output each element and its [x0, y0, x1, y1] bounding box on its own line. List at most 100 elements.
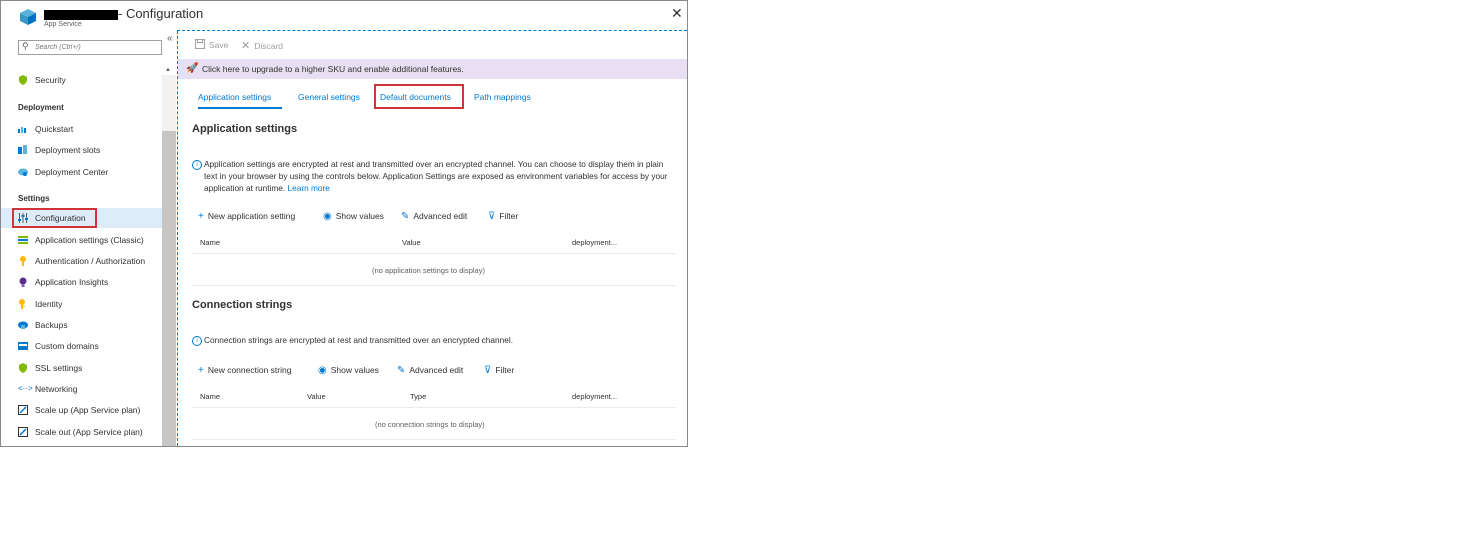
- scale-out-icon: [18, 427, 28, 437]
- sidebar-scrollbar-thumb[interactable]: [162, 131, 176, 446]
- plus-icon: +: [198, 365, 204, 376]
- sidebar-item-label: Security: [35, 75, 66, 85]
- blade-header: - Configuration App Service ✕: [1, 1, 687, 31]
- info-icon: i: [192, 336, 202, 346]
- sidebar-item-authentication[interactable]: Authentication / Authorization: [1, 251, 162, 271]
- filter-button[interactable]: ⊽ Filter: [488, 211, 518, 222]
- sidebar-item-scale-up[interactable]: Scale up (App Service plan): [1, 400, 162, 420]
- sidebar-item-label: Scale out (App Service plan): [35, 427, 143, 437]
- key-icon: [18, 256, 28, 266]
- page-subtitle: App Service: [44, 21, 82, 28]
- sidebar-item-security[interactable]: Security: [1, 70, 162, 90]
- scroll-up-arrow-icon[interactable]: ▲: [165, 67, 171, 73]
- sidebar-item-label: Authentication / Authorization: [35, 256, 146, 266]
- cmd-label: Advanced edit: [409, 365, 464, 375]
- plus-icon: +: [198, 211, 204, 222]
- cmd-label: Show values: [330, 365, 379, 375]
- slots-icon: [18, 145, 28, 155]
- column-header-deployment[interactable]: deployment...: [572, 238, 617, 247]
- sidebar-item-identity[interactable]: Identity: [1, 294, 162, 314]
- discard-label: Discard: [254, 41, 284, 51]
- table-divider: [192, 407, 676, 408]
- discard-button[interactable]: ✕ Discard: [241, 39, 283, 52]
- tab-general-settings[interactable]: General settings: [298, 92, 360, 102]
- main-content: Save ✕ Discard 🚀 Click here to upgrade to…: [178, 31, 687, 446]
- sidebar-item-scale-out[interactable]: Scale out (App Service plan): [1, 422, 162, 442]
- collapse-sidebar-icon[interactable]: «: [167, 33, 173, 44]
- empty-conn-strings-message: (no connection strings to display): [375, 420, 485, 429]
- cmd-label: New application setting: [207, 211, 296, 221]
- eye-icon: ◉: [318, 365, 327, 376]
- info-icon: i: [192, 160, 202, 170]
- sidebar-item-application-insights[interactable]: Application Insights: [1, 272, 162, 292]
- sidebar-item-label: SSL settings: [35, 363, 83, 373]
- network-icon: <··>: [18, 384, 33, 393]
- new-application-setting-button[interactable]: + New application setting: [198, 211, 295, 222]
- tab-application-settings[interactable]: Application settings: [198, 92, 271, 102]
- column-header-name[interactable]: Name: [200, 238, 220, 247]
- sidebar-group-deployment: Deployment: [18, 103, 64, 112]
- sidebar-item-label: Deployment slots: [35, 145, 101, 155]
- show-values-button[interactable]: ◉ Show values: [318, 365, 379, 376]
- filter-icon: ⊽: [484, 365, 492, 376]
- filter-button[interactable]: ⊽ Filter: [484, 365, 514, 376]
- sidebar-item-label: Scale up (App Service plan): [35, 405, 141, 415]
- lightbulb-icon: [18, 277, 28, 287]
- search-input[interactable]: [35, 41, 155, 54]
- cloud-deploy-icon: [18, 167, 28, 177]
- save-button[interactable]: Save: [195, 39, 228, 50]
- sidebar-item-deployment-slots[interactable]: Deployment slots: [1, 140, 162, 160]
- sidebar-group-settings: Settings: [18, 194, 50, 203]
- table-divider: [192, 285, 676, 286]
- sidebar-item-backups[interactable]: Backups: [1, 315, 162, 335]
- tab-selected-indicator: [198, 107, 282, 109]
- advanced-edit-button[interactable]: ✎ Advanced edit: [397, 365, 463, 376]
- cmd-label: Filter: [499, 211, 519, 221]
- sidebar-item-application-settings-classic[interactable]: Application settings (Classic): [1, 230, 162, 250]
- sidebar-item-label: Identity: [35, 299, 63, 309]
- sidebar-item-label: Custom domains: [35, 341, 99, 351]
- sidebar-item-label: Backups: [35, 320, 68, 330]
- sidebar-item-deployment-center[interactable]: Deployment Center: [1, 162, 162, 182]
- discard-icon: ✕: [241, 40, 251, 52]
- configuration-blade: - Configuration App Service ✕ ⚲ « ▲ Advi…: [0, 0, 688, 447]
- learn-more-link[interactable]: Learn more: [287, 183, 329, 193]
- banner-text: Click here to upgrade to a higher SKU an…: [202, 64, 464, 74]
- section-heading-app-settings: Application settings: [192, 123, 298, 135]
- sidebar-item-networking[interactable]: <··> Networking: [1, 379, 162, 399]
- sidebar-item-label: Deployment Center: [35, 167, 109, 177]
- column-header-name[interactable]: Name: [200, 392, 220, 401]
- sidebar-item-label: Application Insights: [35, 277, 109, 287]
- upgrade-banner[interactable]: 🚀 Click here to upgrade to a higher SKU …: [178, 59, 687, 79]
- search-box[interactable]: ⚲: [18, 40, 162, 55]
- save-label: Save: [209, 40, 229, 50]
- sidebar-item-custom-domains[interactable]: Custom domains: [1, 336, 162, 356]
- new-connection-string-button[interactable]: + New connection string: [198, 365, 291, 376]
- ssl-shield-icon: [18, 363, 28, 373]
- show-values-button[interactable]: ◉ Show values: [323, 211, 384, 222]
- search-icon: ⚲: [22, 41, 29, 51]
- pencil-icon: ✎: [401, 211, 410, 222]
- advanced-edit-button[interactable]: ✎ Advanced edit: [401, 211, 467, 222]
- column-header-value[interactable]: Value: [402, 238, 421, 247]
- column-header-type[interactable]: Type: [410, 392, 426, 401]
- backup-icon: [18, 320, 28, 330]
- app-settings-info: i Application settings are encrypted at …: [192, 159, 672, 196]
- section-heading-connection-strings: Connection strings: [192, 299, 293, 311]
- tab-path-mappings[interactable]: Path mappings: [474, 92, 531, 102]
- sidebar-item-label: Application settings (Classic): [35, 235, 144, 245]
- column-header-deployment[interactable]: deployment...: [572, 392, 617, 401]
- close-icon[interactable]: ✕: [671, 5, 683, 22]
- redacted-app-name: [44, 10, 118, 20]
- highlight-box-configuration: [12, 208, 97, 228]
- list-settings-icon: [18, 235, 28, 245]
- sidebar-item-quickstart[interactable]: Quickstart: [1, 119, 162, 139]
- table-divider: [192, 439, 676, 440]
- cmd-label: Show values: [335, 211, 384, 221]
- sidebar: ⚲ « ▲ Advisor recommendations Security D…: [1, 31, 177, 446]
- sidebar-item-ssl-settings[interactable]: SSL settings: [1, 358, 162, 378]
- shield-icon: [18, 75, 28, 85]
- pencil-icon: ✎: [397, 365, 406, 376]
- column-header-value[interactable]: Value: [307, 392, 326, 401]
- sidebar-item-label: Quickstart: [35, 124, 74, 134]
